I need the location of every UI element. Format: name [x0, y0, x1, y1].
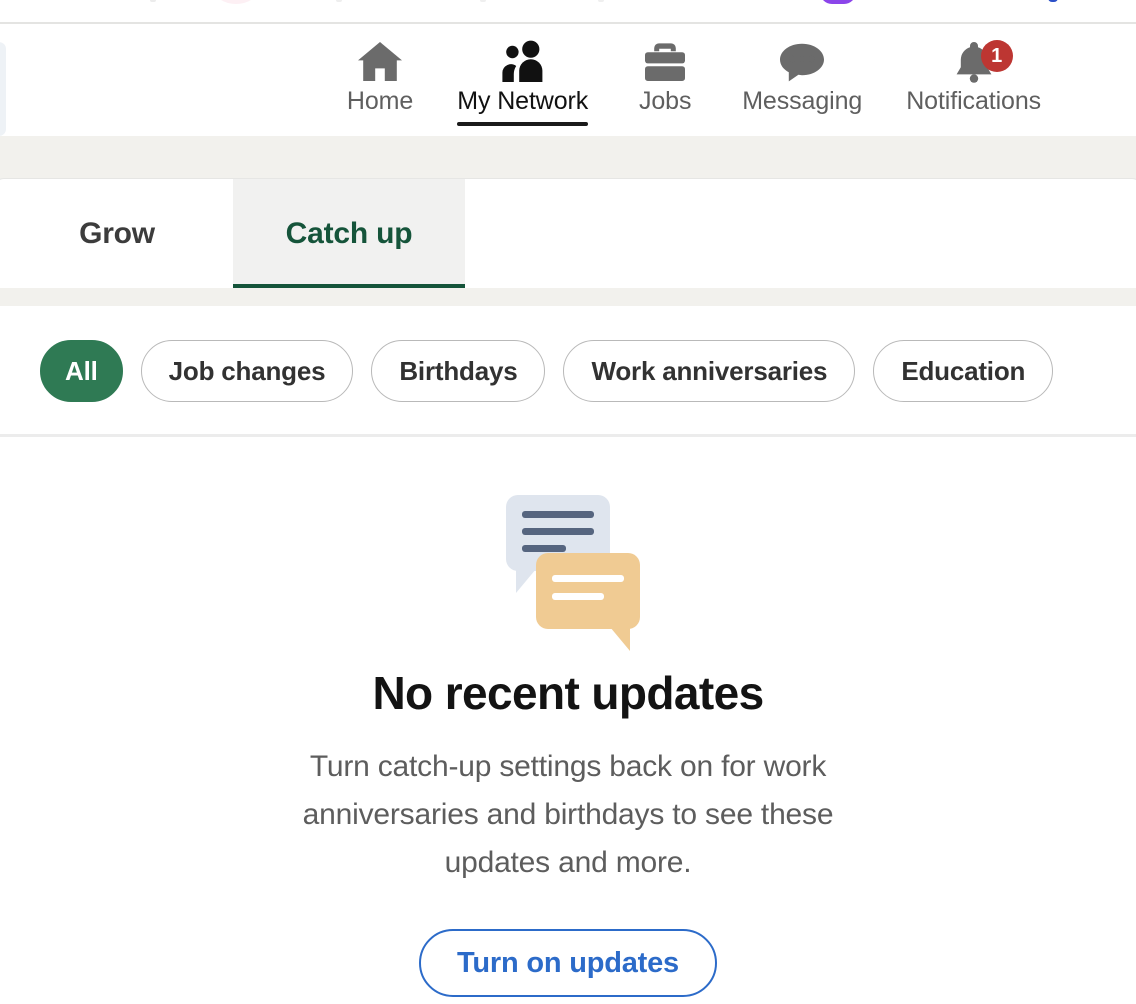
nav-item-label: Jobs: [638, 87, 692, 115]
nav-item-label: Messaging: [742, 87, 863, 115]
partial-avatar-circle: [214, 0, 258, 4]
network-tabs-card: Grow Catch up: [0, 178, 1136, 290]
nav-icon-container: [356, 38, 404, 86]
nav-icon-container: [500, 38, 546, 86]
partial-shape: [336, 0, 342, 2]
nav-icon-container: 1: [951, 38, 1013, 86]
notifications-badge: 1: [980, 40, 1013, 72]
two-speech-bubbles-illustration: [492, 495, 644, 651]
filter-pill-work-anniversaries[interactable]: Work anniversaries: [563, 340, 856, 402]
nav-item-list: Home My Network Jobs Messaging 1 Notific…: [325, 24, 1063, 126]
briefcase-icon: [645, 43, 686, 81]
bubble-text-line: [522, 528, 594, 535]
turn-on-updates-button[interactable]: Turn on updates: [418, 929, 717, 997]
catch-up-filter-bar[interactable]: All Job changes Birthdays Work anniversa…: [0, 306, 1136, 436]
filter-pill-job-changes[interactable]: Job changes: [140, 340, 354, 402]
primary-navigation-bar: Home My Network Jobs Messaging 1 Notific…: [0, 24, 1136, 136]
bubble-text-line: [522, 545, 566, 552]
nav-item-notifications[interactable]: 1 Notifications: [884, 24, 1063, 116]
nav-item-home[interactable]: Home: [325, 24, 435, 116]
spacer-band: [0, 136, 1136, 178]
nav-item-label: My Network: [457, 87, 589, 115]
filter-pill-birthdays[interactable]: Birthdays: [371, 340, 546, 402]
tab-label: Grow: [79, 217, 155, 250]
active-nav-underline: [457, 122, 589, 126]
partial-purple-chip: [820, 0, 856, 4]
cut-off-top-row: [0, 0, 1136, 22]
partial-shape: [480, 0, 486, 2]
people-icon: [502, 40, 543, 82]
nav-icon-container: [778, 38, 826, 86]
empty-state-description: Turn catch-up settings back on for work …: [302, 750, 834, 879]
bubble-text-line: [552, 593, 604, 600]
partial-blue-chip: [1048, 0, 1058, 2]
empty-state-panel: No recent updates Turn catch-up settings…: [0, 437, 1136, 1004]
home-icon: [358, 42, 403, 81]
app-screen: Home My Network Jobs Messaging 1 Notific…: [0, 0, 1136, 1004]
partial-shape: [150, 0, 156, 2]
nav-item-messaging[interactable]: Messaging: [720, 24, 884, 116]
filter-pill-all[interactable]: All: [40, 340, 123, 402]
nav-item-label: Home: [346, 87, 414, 115]
empty-state-title: No recent updates: [372, 667, 764, 719]
bubble-text-line: [552, 575, 624, 582]
nav-item-label: Notifications: [906, 87, 1042, 115]
left-edge-partial-element: [0, 42, 6, 136]
partial-shape: [598, 0, 604, 2]
nav-item-jobs[interactable]: Jobs: [610, 24, 720, 116]
network-tabs: Grow Catch up: [0, 179, 1136, 289]
speech-bubble-front-icon: [536, 553, 640, 651]
filter-pill-education[interactable]: Education: [873, 340, 1054, 402]
bubble-text-line: [522, 511, 594, 518]
nav-item-my-network[interactable]: My Network: [435, 24, 610, 126]
tab-grow[interactable]: Grow: [1, 179, 233, 289]
nav-icon-container: [642, 38, 688, 86]
spacer-band: [0, 288, 1136, 306]
message-bubble-icon: [780, 43, 825, 82]
tab-label: Catch up: [285, 217, 413, 250]
tab-catch-up[interactable]: Catch up: [233, 179, 465, 289]
